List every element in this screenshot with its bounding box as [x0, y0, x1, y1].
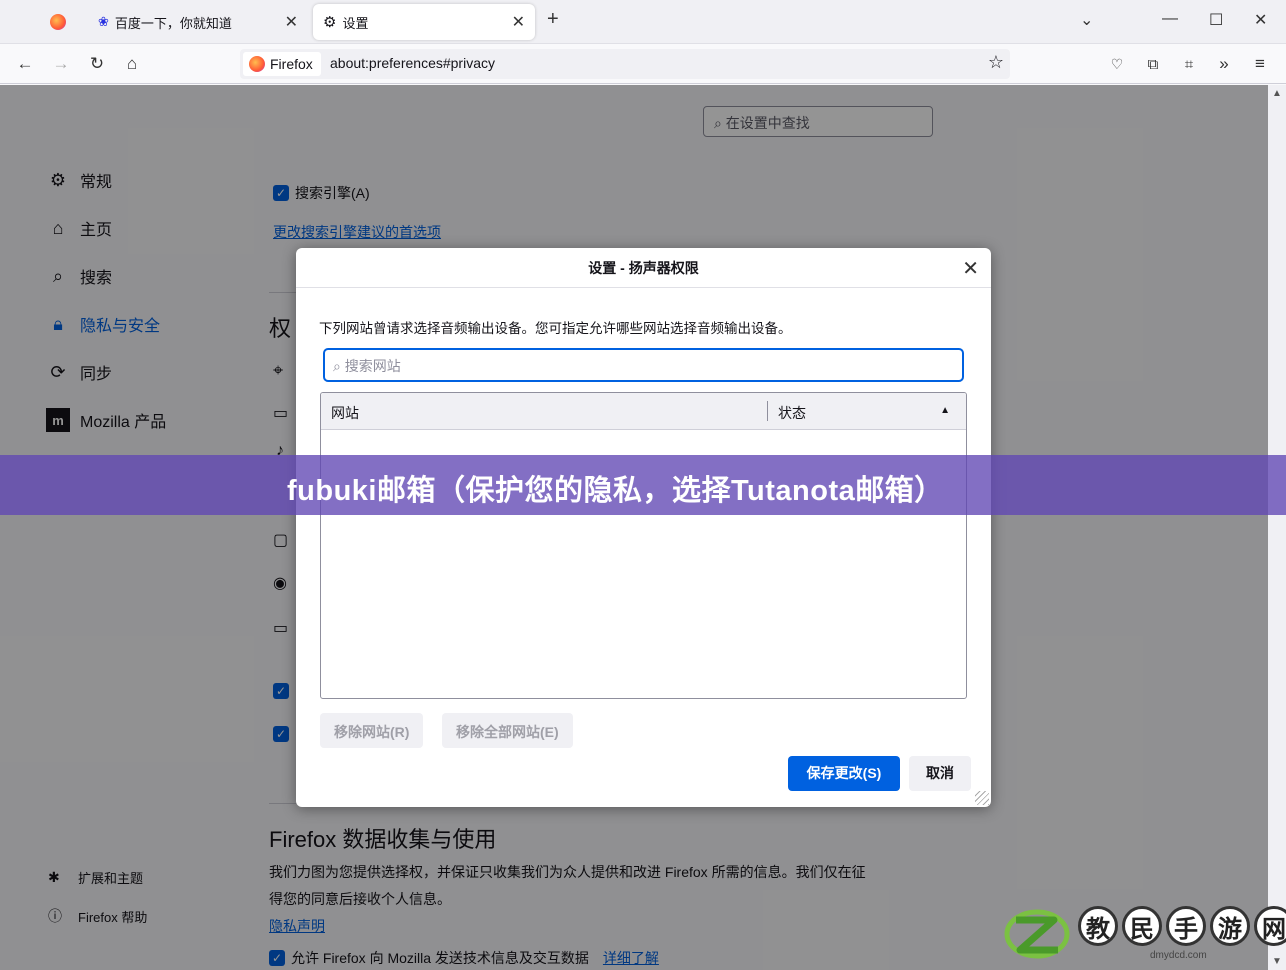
nav-bar: ← → ↻ ⌂ Firefox about:preferences#privac… — [0, 44, 1286, 84]
watermark-char: 游 — [1210, 906, 1250, 946]
sites-table: 网站 状态 ▲ — [320, 392, 967, 699]
cancel-button[interactable]: 取消 — [909, 756, 971, 791]
dialog-title: 设置 - 扬声器权限 — [296, 248, 991, 288]
watermark-chars: 教 民 手 游 网 — [1078, 906, 1286, 946]
reload-icon[interactable]: ↻ — [85, 52, 109, 76]
search-icon: ⌕ — [333, 358, 341, 374]
tab-close-icon[interactable]: ✕ — [512, 12, 525, 32]
column-header-status[interactable]: 状态 — [778, 403, 806, 423]
watermark-char: 手 — [1166, 906, 1206, 946]
tab-baidu[interactable]: ❀ 百度一下，你就知道 ✕ — [88, 4, 308, 40]
extensions-icon[interactable]: ⧉ — [1141, 52, 1165, 76]
table-header: 网站 状态 ▲ — [321, 393, 966, 430]
firefox-icon — [249, 56, 265, 72]
scroll-up-icon[interactable]: ▲ — [1272, 88, 1282, 99]
speaker-permissions-dialog: 设置 - 扬声器权限 ✕ 下列网站曾请求选择音频输出设备。您可指定允许哪些网站选… — [296, 248, 991, 807]
firefox-icon — [50, 14, 66, 30]
maximize-button[interactable]: ☐ — [1209, 10, 1223, 30]
save-changes-button[interactable]: 保存更改(S) — [788, 756, 900, 791]
column-separator — [767, 401, 768, 421]
watermark-logo-icon — [1004, 909, 1070, 959]
site-search-placeholder: 搜索网站 — [344, 358, 401, 374]
watermark-char: 网 — [1254, 906, 1286, 946]
tab-firefox[interactable] — [40, 4, 82, 40]
overflow-chevrons-icon[interactable]: » — [1212, 52, 1236, 76]
menu-hamburger-icon[interactable]: ≡ — [1248, 52, 1272, 76]
watermark-char: 民 — [1122, 906, 1162, 946]
pocket-icon[interactable]: ♡ — [1105, 52, 1129, 76]
tab-settings[interactable]: ⚙ 设置 ✕ — [313, 4, 535, 40]
watermark-url: dmydcd.com — [1150, 950, 1207, 961]
title-banner: fubuki邮箱（保护您的隐私，选择Tutanota邮箱） — [0, 455, 1286, 515]
close-window-button[interactable]: ✕ — [1254, 10, 1267, 30]
bookmark-star-icon[interactable]: ☆ — [988, 52, 1004, 73]
minimize-button[interactable]: — — [1162, 10, 1178, 28]
home-icon[interactable]: ⌂ — [120, 52, 144, 76]
new-tab-button[interactable]: + — [547, 8, 559, 31]
site-search-input[interactable]: ⌕ 搜索网站 — [323, 348, 964, 382]
sort-ascending-icon[interactable]: ▲ — [940, 405, 950, 416]
back-arrow-icon[interactable]: ← — [13, 52, 37, 76]
url-bar[interactable]: Firefox about:preferences#privacy ☆ — [240, 49, 1010, 79]
watermark: 教 民 手 游 网 dmydcd.com — [998, 900, 1286, 968]
forward-arrow-icon[interactable]: → — [49, 52, 73, 76]
tab-settings-label: 设置 — [342, 15, 369, 31]
banner-text: fubuki邮箱（保护您的隐私，选择Tutanota邮箱） — [287, 475, 944, 507]
resize-grip-icon[interactable] — [975, 791, 989, 805]
identity-box[interactable]: Firefox — [243, 52, 321, 76]
baidu-paw-icon: ❀ — [98, 14, 109, 29]
remove-all-sites-button[interactable]: 移除全部网站(E) — [442, 713, 573, 748]
remove-site-button[interactable]: 移除网站(R) — [320, 713, 424, 748]
watermark-char: 教 — [1078, 906, 1118, 946]
crop-icon[interactable]: ⌗ — [1177, 52, 1201, 76]
tab-strip: ❀ 百度一下，你就知道 ✕ ⚙ 设置 ✕ + ⌄ — ☐ ✕ — [0, 0, 1286, 44]
dialog-description: 下列网站曾请求选择音频输出设备。您可指定允许哪些网站选择音频输出设备。 — [319, 321, 792, 336]
tab-list-chevron-icon[interactable]: ⌄ — [1080, 10, 1093, 30]
scrollbar[interactable]: ▲ ▼ — [1268, 85, 1286, 970]
tab-close-icon[interactable]: ✕ — [285, 12, 298, 32]
gear-icon: ⚙ — [323, 14, 337, 31]
identity-label: Firefox — [270, 56, 313, 72]
close-icon[interactable]: ✕ — [962, 256, 979, 281]
column-header-website[interactable]: 网站 — [331, 403, 359, 423]
url-text[interactable]: about:preferences#privacy — [330, 55, 495, 71]
tab-baidu-label: 百度一下，你就知道 — [114, 15, 232, 31]
